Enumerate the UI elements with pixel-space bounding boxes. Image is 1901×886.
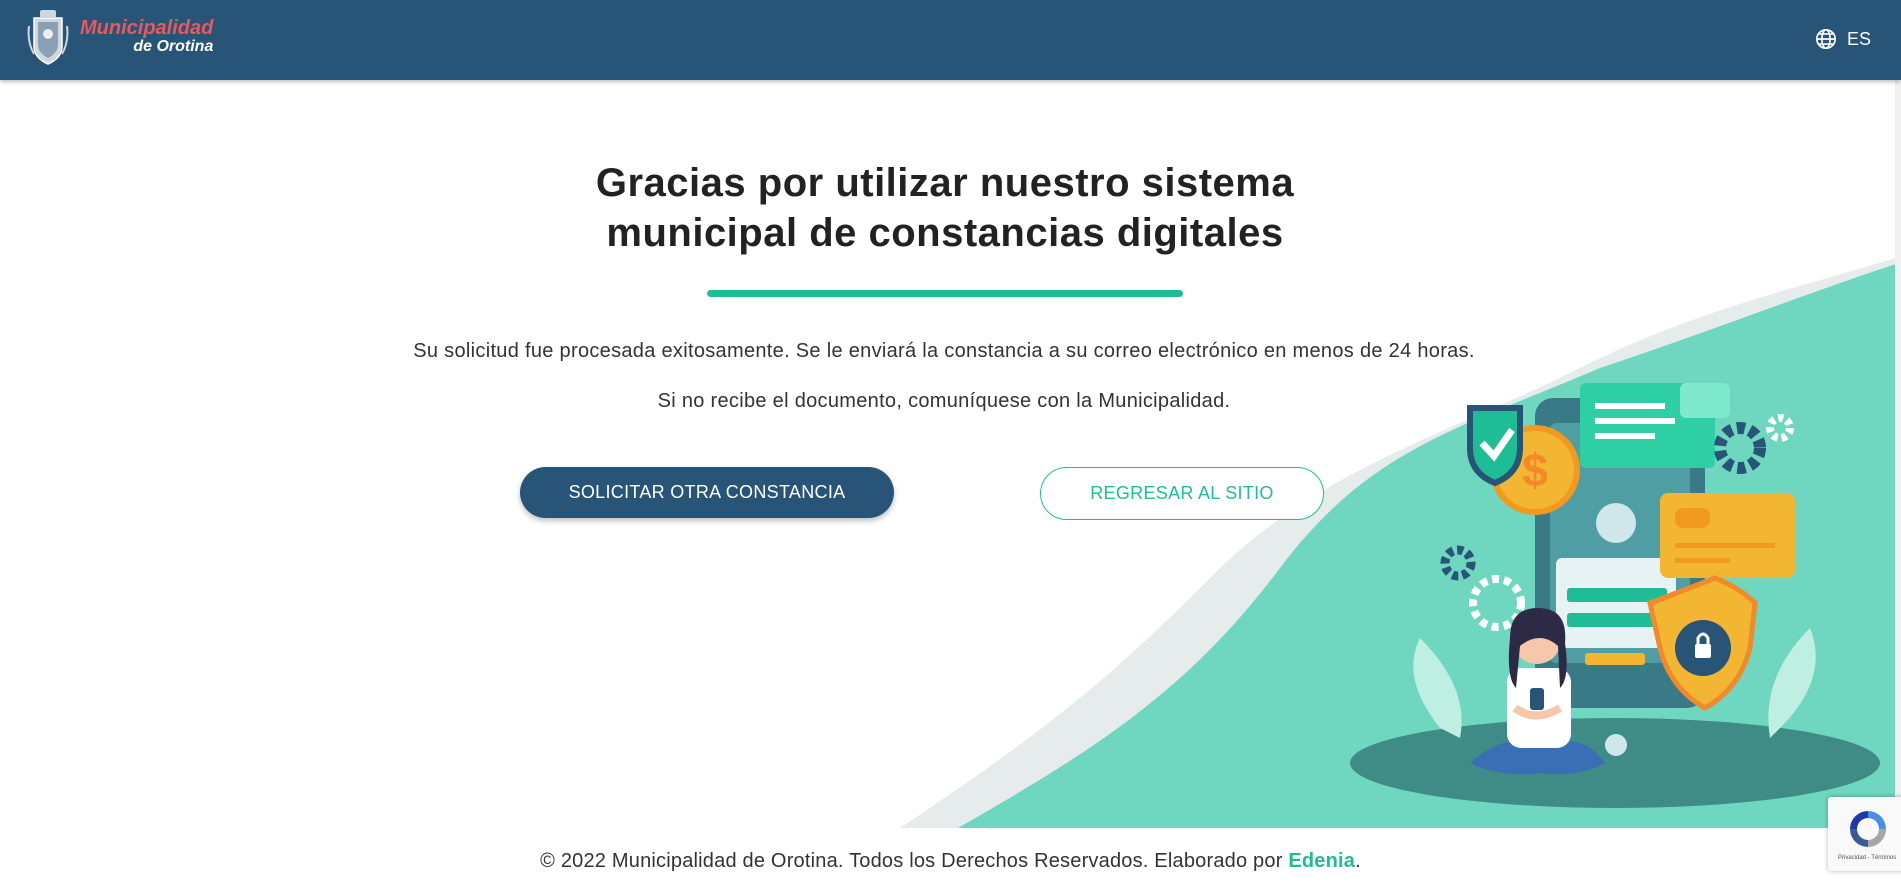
request-another-certificate-button[interactable]: SOLICITAR OTRA CONSTANCIA (520, 467, 894, 518)
page-title: Gracias por utilizar nuestro sistema mun… (545, 158, 1345, 258)
footer-period: . (1355, 850, 1361, 872)
recaptcha-icon (1850, 811, 1886, 847)
top-navbar: Municipalidad de Orotina ES (0, 0, 1901, 80)
scrollbar-track[interactable] (1895, 80, 1901, 840)
page-title-line-2: municipal de constancias digitales (606, 211, 1284, 255)
municipality-logo[interactable]: Municipalidad de Orotina (26, 4, 213, 70)
language-label: ES (1846, 28, 1871, 49)
logo-line-1: Municipalidad (80, 17, 214, 40)
logo-text: Municipalidad de Orotina (80, 18, 213, 56)
success-message: Su solicitud fue procesada exitosamente.… (413, 340, 1475, 362)
edenia-link[interactable]: Edenia (1288, 850, 1355, 872)
footer-copyright: © 2022 Municipalidad de Orotina. Todos l… (540, 850, 1289, 872)
language-selector[interactable]: ES (1815, 25, 1871, 53)
contact-message: Si no recibe el documento, comuníquese c… (657, 390, 1231, 412)
page: Municipalidad de Orotina ES $ Gracias po… (0, 0, 1901, 886)
footer: © 2022 Municipalidad de Orotina. Todos l… (0, 850, 1901, 873)
logo-line-2: de Orotina (133, 38, 214, 56)
return-to-site-button[interactable]: REGRESAR AL SITIO (1040, 467, 1324, 520)
title-divider (707, 290, 1183, 297)
recaptcha-badge[interactable]: Privacidad - Términos (1828, 797, 1901, 871)
coat-of-arms-icon (27, 10, 69, 65)
recaptcha-text: Privacidad - Términos (1838, 855, 1897, 861)
svg-text:$: $ (1522, 444, 1548, 496)
page-title-line-1: Gracias por utilizar nuestro sistema (595, 161, 1295, 205)
globe-icon (1815, 29, 1836, 49)
